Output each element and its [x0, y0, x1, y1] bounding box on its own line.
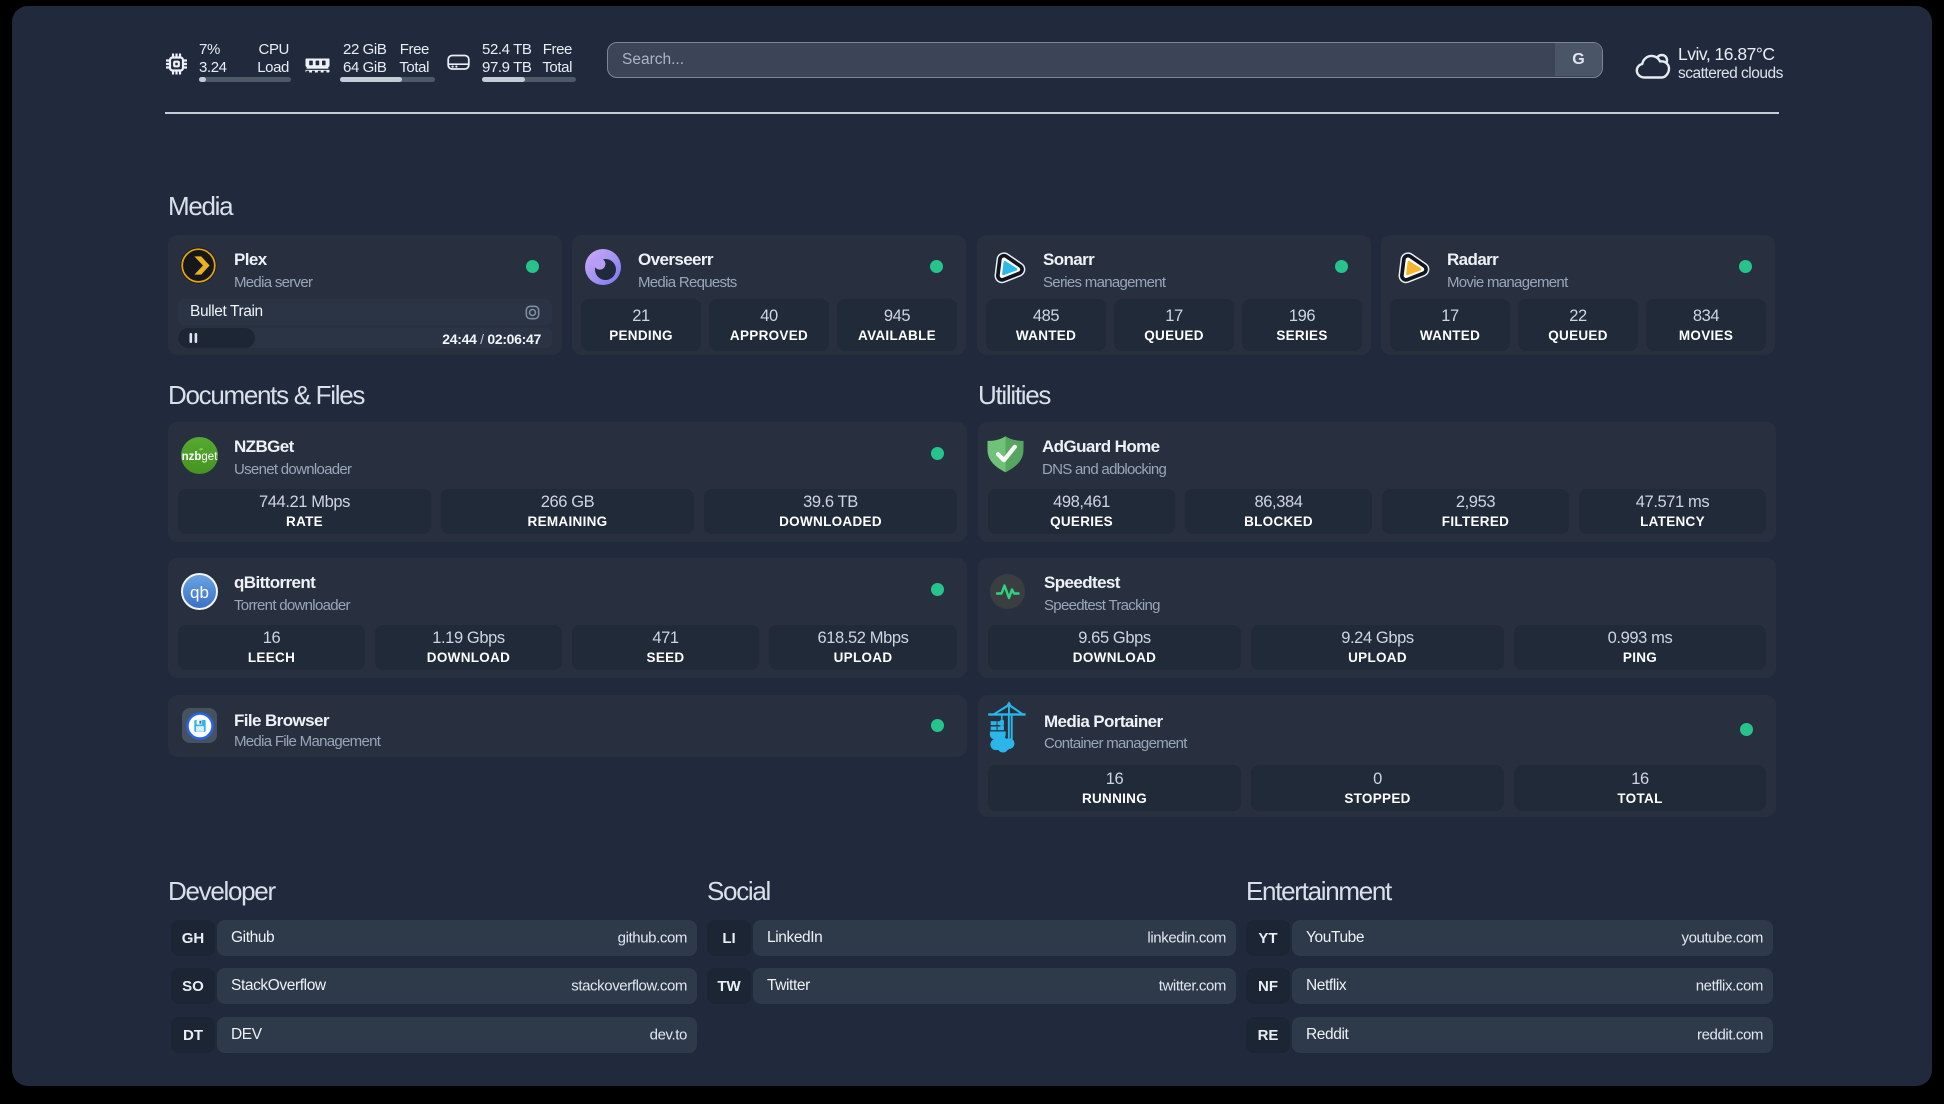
svg-text:nzbget: nzbget [182, 451, 218, 463]
svg-text:qb: qb [190, 583, 209, 602]
